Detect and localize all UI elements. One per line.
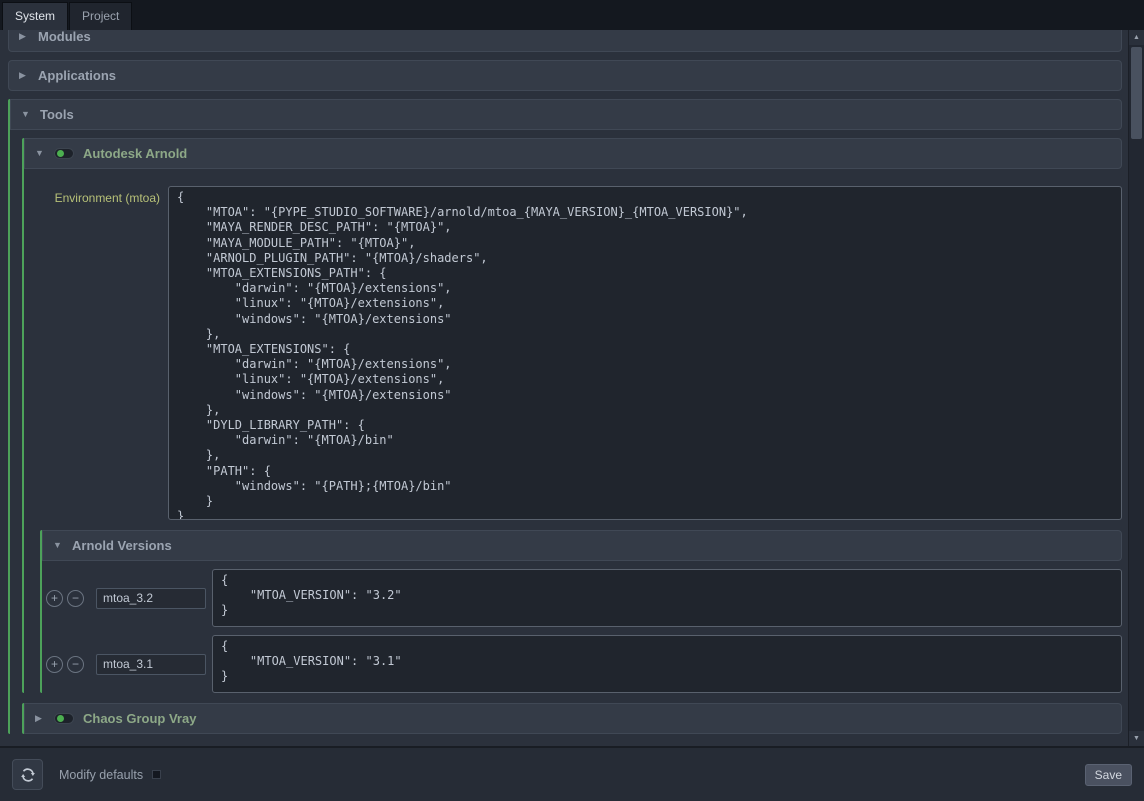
section-title-arnold-versions: Arnold Versions — [72, 538, 172, 553]
section-tools: ▼ Tools ▼ Autodesk Arnold — [8, 99, 1122, 734]
section-title-applications: Applications — [38, 68, 116, 83]
version-key-input[interactable] — [96, 654, 206, 675]
scroll-down-button[interactable]: ▼ — [1129, 731, 1144, 746]
environment-json-editor[interactable]: { "MTOA": "{PYPE_STUDIO_SOFTWARE}/arnold… — [168, 186, 1122, 520]
chevron-right-icon: ▶ — [35, 714, 45, 723]
add-version-button[interactable]: + — [46, 590, 63, 607]
section-header-arnold-versions[interactable]: ▼ Arnold Versions — [42, 530, 1122, 561]
arnold-body: Environment (mtoa) { "MTOA": "{PYPE_STUD… — [24, 169, 1122, 693]
section-title-tools: Tools — [40, 107, 74, 122]
add-version-button[interactable]: + — [46, 656, 63, 673]
section-vray: ▶ Chaos Group Vray — [22, 703, 1122, 734]
version-row: + − { "MTOA_VERSION": "3.1" } — [46, 635, 1122, 693]
refresh-button[interactable] — [12, 759, 43, 790]
version-json-editor[interactable]: { "MTOA_VERSION": "3.1" } — [212, 635, 1122, 693]
environment-row: Environment (mtoa) { "MTOA": "{PYPE_STUD… — [26, 177, 1122, 520]
chevron-down-icon: ▼ — [35, 149, 45, 158]
version-key-input[interactable] — [96, 588, 206, 609]
tab-bar: System Project — [0, 0, 1144, 30]
section-arnold-versions: ▼ Arnold Versions + − { "MTOA_VERSION": … — [40, 530, 1122, 693]
chevron-right-icon: ▶ — [19, 32, 29, 41]
version-row: + − { "MTOA_VERSION": "3.2" } — [46, 569, 1122, 627]
section-title-modules: Modules — [38, 30, 91, 44]
scrollbar-track[interactable] — [1129, 45, 1144, 731]
vertical-scrollbar: ▲ ▼ — [1128, 30, 1144, 746]
scroll-down-icon: ▼ — [1133, 735, 1140, 742]
modify-defaults-label: Modify defaults — [59, 768, 143, 782]
settings-window: System Project ▶ Modules ▶ Applications … — [0, 0, 1144, 801]
remove-version-button[interactable]: − — [67, 656, 84, 673]
remove-version-button[interactable]: − — [67, 590, 84, 607]
section-header-modules[interactable]: ▶ Modules — [8, 30, 1122, 52]
chevron-right-icon: ▶ — [19, 71, 29, 80]
tab-project[interactable]: Project — [69, 2, 132, 30]
chevron-down-icon: ▼ — [53, 541, 63, 550]
arnold-enabled-toggle-icon[interactable] — [54, 148, 74, 159]
version-rows: + − { "MTOA_VERSION": "3.2" } + − — [42, 561, 1122, 693]
modify-defaults-checkbox[interactable] — [152, 770, 161, 779]
scroll-up-button[interactable]: ▲ — [1129, 30, 1144, 45]
scrollbar-thumb[interactable] — [1131, 47, 1142, 139]
settings-scroll-area: ▶ Modules ▶ Applications ▼ Tools — [0, 30, 1144, 746]
tools-body: ▼ Autodesk Arnold Environment (mtoa) { "… — [10, 130, 1122, 734]
tab-system[interactable]: System — [2, 2, 68, 30]
save-button[interactable]: Save — [1085, 764, 1132, 786]
section-title-vray: Chaos Group Vray — [83, 711, 196, 726]
environment-label: Environment (mtoa) — [26, 186, 168, 205]
section-header-applications[interactable]: ▶ Applications — [8, 60, 1122, 91]
section-title-arnold: Autodesk Arnold — [83, 146, 187, 161]
scroll-up-icon: ▲ — [1133, 34, 1140, 41]
version-json-editor[interactable]: { "MTOA_VERSION": "3.2" } — [212, 569, 1122, 627]
section-arnold: ▼ Autodesk Arnold Environment (mtoa) { "… — [22, 138, 1122, 693]
section-header-arnold[interactable]: ▼ Autodesk Arnold — [24, 138, 1122, 169]
chevron-down-icon: ▼ — [21, 110, 31, 119]
vray-enabled-toggle-icon[interactable] — [54, 713, 74, 724]
section-header-tools[interactable]: ▼ Tools — [10, 99, 1122, 130]
section-header-vray[interactable]: ▶ Chaos Group Vray — [24, 703, 1122, 734]
settings-panel: ▶ Modules ▶ Applications ▼ Tools — [0, 30, 1128, 734]
footer-bar: Modify defaults Save — [0, 746, 1144, 801]
refresh-icon — [19, 766, 37, 784]
